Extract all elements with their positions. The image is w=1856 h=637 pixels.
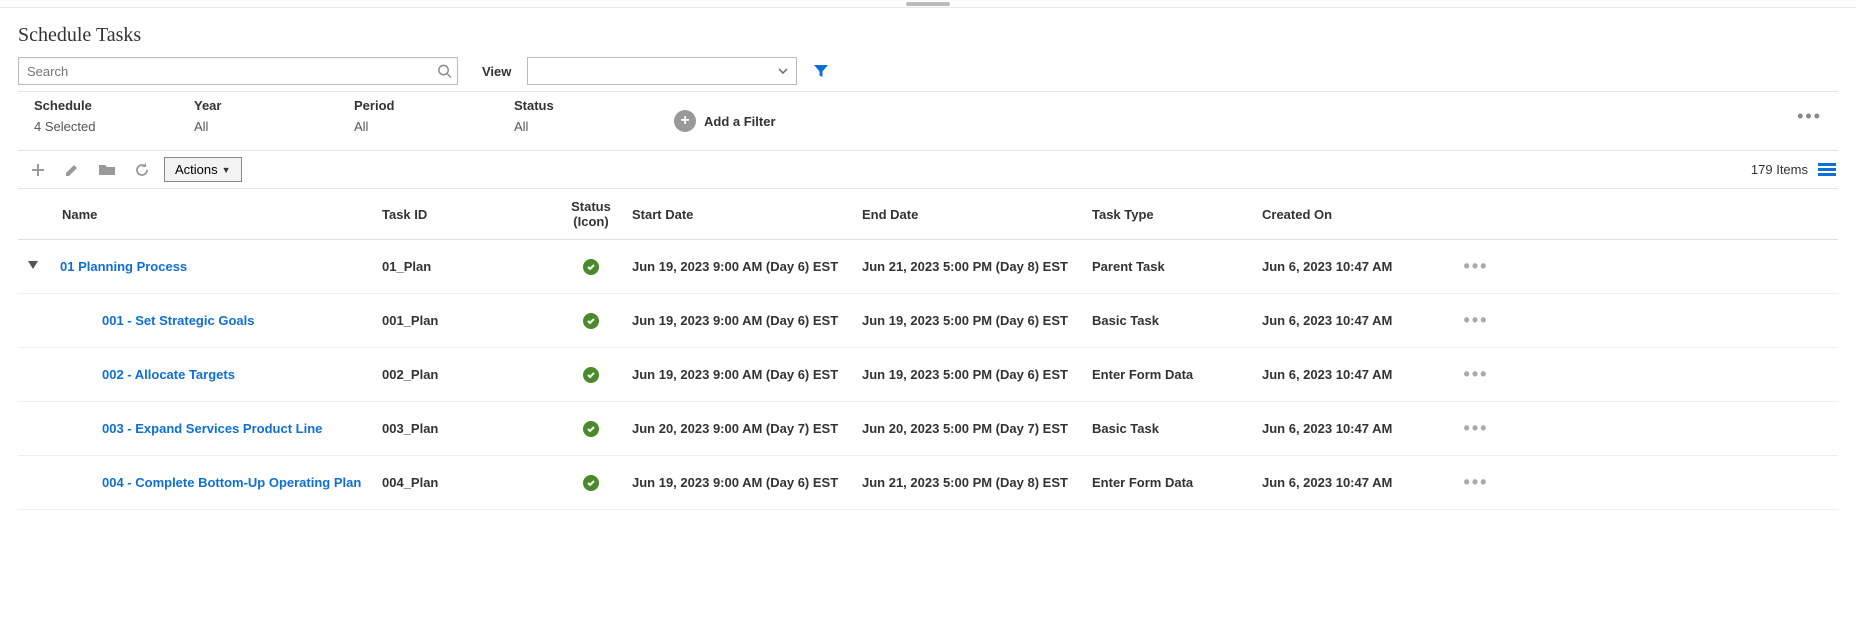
task-type: Basic Task [1086, 309, 1256, 332]
created-on: Jun 6, 2023 10:47 AM [1256, 255, 1446, 278]
task-type: Enter Form Data [1086, 471, 1256, 494]
actions-label: Actions [175, 162, 218, 177]
table-row[interactable]: 002 - Allocate Targets002_Plan Jun 19, 20… [18, 348, 1838, 402]
task-id: 001_Plan [376, 309, 556, 332]
task-name-link[interactable]: 002 - Allocate Targets [56, 363, 376, 386]
add-filter-button[interactable]: + Add a Filter [658, 102, 792, 140]
end-date: Jun 21, 2023 5:00 PM (Day 8) EST [856, 255, 1086, 278]
view-label: View [482, 64, 511, 79]
start-date: Jun 19, 2023 9:00 AM (Day 6) EST [626, 309, 856, 332]
tasks-table: Name Task ID Status (Icon) Start Date En… [18, 188, 1838, 510]
filter-icon[interactable] [813, 63, 829, 79]
table-row[interactable]: 003 - Expand Services Product Line003_Pl… [18, 402, 1838, 456]
col-end-date[interactable]: End Date [856, 197, 1086, 232]
filter-label: Period [354, 98, 482, 113]
add-filter-label: Add a Filter [704, 114, 776, 129]
search-icon[interactable] [437, 64, 452, 79]
table-header: Name Task ID Status (Icon) Start Date En… [18, 189, 1838, 240]
task-type: Parent Task [1086, 255, 1256, 278]
edit-icon[interactable] [64, 162, 80, 178]
filter-value: All [354, 119, 482, 134]
created-on: Jun 6, 2023 10:47 AM [1256, 363, 1446, 386]
refresh-icon[interactable] [134, 162, 150, 178]
task-name-link[interactable]: 001 - Set Strategic Goals [56, 309, 376, 332]
task-name-link[interactable]: 003 - Expand Services Product Line [56, 417, 376, 440]
collapse-icon[interactable] [24, 261, 38, 271]
row-menu[interactable]: ••• [1446, 306, 1506, 335]
task-type: Enter Form Data [1086, 363, 1256, 386]
end-date: Jun 19, 2023 5:00 PM (Day 6) EST [856, 363, 1086, 386]
status-cell [556, 471, 626, 495]
status-cell [556, 255, 626, 279]
table-row[interactable]: 004 - Complete Bottom-Up Operating Plan0… [18, 456, 1838, 510]
filter-status[interactable]: Status All [498, 98, 658, 134]
view-select[interactable] [527, 57, 797, 85]
task-name-link[interactable]: 004 - Complete Bottom-Up Operating Plan [56, 471, 376, 494]
actions-button[interactable]: Actions ▼ [164, 157, 242, 182]
created-on: Jun 6, 2023 10:47 AM [1256, 471, 1446, 494]
status-ok-icon [583, 475, 599, 491]
row-menu[interactable]: ••• [1446, 468, 1506, 497]
page-title: Schedule Tasks [18, 24, 1838, 47]
start-date: Jun 19, 2023 9:00 AM (Day 6) EST [626, 363, 856, 386]
status-ok-icon [583, 259, 599, 275]
items-count: 179 Items [1751, 162, 1818, 177]
status-cell [556, 417, 626, 441]
filter-schedule[interactable]: Schedule 4 Selected [18, 98, 178, 134]
filter-label: Year [194, 98, 322, 113]
caret-down-icon: ▼ [222, 165, 231, 175]
toolbar: Actions ▼ 179 Items [18, 151, 1838, 188]
density-icon[interactable] [1818, 162, 1838, 178]
filter-bar-menu[interactable]: ••• [1781, 98, 1838, 135]
task-name-link[interactable]: 01 Planning Process [56, 255, 376, 278]
task-id: 004_Plan [376, 471, 556, 494]
col-status-icon[interactable]: Status (Icon) [556, 189, 626, 239]
start-date: Jun 19, 2023 9:00 AM (Day 6) EST [626, 471, 856, 494]
col-created-on[interactable]: Created On [1256, 197, 1446, 232]
filter-label: Status [514, 98, 642, 113]
folder-icon[interactable] [98, 162, 116, 178]
status-ok-icon [583, 421, 599, 437]
filter-value: All [194, 119, 322, 134]
status-ok-icon [583, 367, 599, 383]
plus-circle-icon: + [674, 110, 696, 132]
add-icon[interactable] [30, 162, 46, 178]
row-menu[interactable]: ••• [1446, 252, 1506, 281]
task-type: Basic Task [1086, 417, 1256, 440]
end-date: Jun 21, 2023 5:00 PM (Day 8) EST [856, 471, 1086, 494]
status-cell [556, 309, 626, 333]
col-start-date[interactable]: Start Date [626, 197, 856, 232]
created-on: Jun 6, 2023 10:47 AM [1256, 309, 1446, 332]
filter-label: Schedule [34, 98, 162, 113]
search-input[interactable] [18, 57, 458, 85]
filter-value: All [514, 119, 642, 134]
start-date: Jun 20, 2023 9:00 AM (Day 7) EST [626, 417, 856, 440]
table-row[interactable]: 001 - Set Strategic Goals001_Plan Jun 19,… [18, 294, 1838, 348]
task-id: 01_Plan [376, 255, 556, 278]
row-menu[interactable]: ••• [1446, 360, 1506, 389]
created-on: Jun 6, 2023 10:47 AM [1256, 417, 1446, 440]
col-name[interactable]: Name [56, 197, 376, 232]
table-row[interactable]: 01 Planning Process01_Plan Jun 19, 2023 9… [18, 240, 1838, 294]
task-id: 002_Plan [376, 363, 556, 386]
col-task-type[interactable]: Task Type [1086, 197, 1256, 232]
filter-bar: Schedule 4 Selected Year All Period All … [18, 91, 1838, 151]
row-menu[interactable]: ••• [1446, 414, 1506, 443]
search-box[interactable] [18, 57, 458, 85]
status-cell [556, 363, 626, 387]
filter-year[interactable]: Year All [178, 98, 338, 134]
filter-period[interactable]: Period All [338, 98, 498, 134]
col-task-id[interactable]: Task ID [376, 197, 556, 232]
chevron-down-icon [778, 68, 788, 74]
drag-handle[interactable] [0, 0, 1856, 8]
end-date: Jun 19, 2023 5:00 PM (Day 6) EST [856, 309, 1086, 332]
filter-value: 4 Selected [34, 119, 162, 134]
end-date: Jun 20, 2023 5:00 PM (Day 7) EST [856, 417, 1086, 440]
task-id: 003_Plan [376, 417, 556, 440]
status-ok-icon [583, 313, 599, 329]
start-date: Jun 19, 2023 9:00 AM (Day 6) EST [626, 255, 856, 278]
